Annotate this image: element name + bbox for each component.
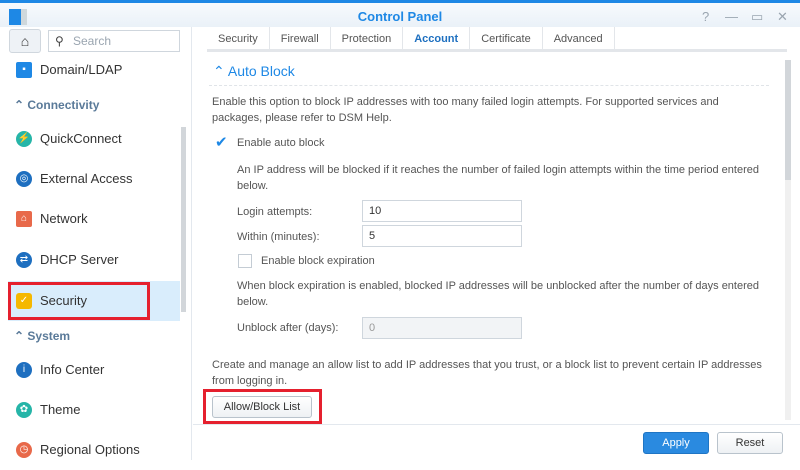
- section-label: Connectivity: [27, 98, 100, 112]
- reset-button[interactable]: Reset: [717, 432, 783, 454]
- sidebar-scrollbar[interactable]: [181, 127, 186, 312]
- content-scrollbar[interactable]: [785, 60, 791, 420]
- tab-bar: Security Firewall Protection Account Certifi…: [207, 27, 787, 52]
- dhcp-icon: ⇄: [16, 252, 32, 268]
- sidebar: ⌂ ⚲ Search ▪ Domain/LDAP ⌃ Connectivity ⚡ Q…: [0, 27, 192, 460]
- sidebar-item-label: Info Center: [40, 362, 105, 377]
- sidebar-item-quickconnect[interactable]: ⚡ QuickConnect: [8, 119, 180, 159]
- heading-label: Auto Block: [227, 63, 295, 79]
- info-icon: i: [16, 362, 32, 378]
- sidebar-item-label: Theme: [40, 402, 81, 417]
- tab-firewall[interactable]: Firewall: [270, 27, 331, 51]
- unblock-after-label: Unblock after (days):: [237, 322, 339, 334]
- section-connectivity[interactable]: ⌃ Connectivity: [14, 98, 99, 112]
- highlight-security: [8, 282, 150, 320]
- sidebar-item-label: Regional Options: [40, 442, 140, 457]
- globe-icon: ◎: [16, 171, 32, 187]
- network-house-icon: ⌂: [16, 211, 32, 227]
- scrollbar-thumb[interactable]: [785, 60, 791, 180]
- tab-protection[interactable]: Protection: [331, 27, 404, 51]
- auto-block-heading[interactable]: ⌃ Auto Block: [213, 63, 295, 79]
- enable-block-expiration-label: Enable block expiration: [261, 255, 375, 267]
- section-system[interactable]: ⌃ System: [14, 329, 70, 343]
- highlight-allow-block-list: [203, 389, 322, 424]
- expiration-description: When block expiration is enabled, blocke…: [237, 280, 759, 308]
- allow-block-list-description: Create and manage an allow list to add I…: [212, 359, 762, 387]
- login-attempts-label: Login attempts:: [237, 206, 313, 218]
- window-title: Control Panel: [357, 9, 443, 24]
- unblock-after-input[interactable]: 0: [362, 317, 522, 339]
- domain-ldap-icon: ▪: [16, 62, 32, 78]
- sidebar-item-theme[interactable]: ✿ Theme: [8, 390, 180, 430]
- search-input[interactable]: ⚲ Search: [48, 30, 180, 52]
- within-minutes-label: Within (minutes):: [237, 231, 320, 243]
- section-label: System: [27, 329, 71, 343]
- sidebar-item-label: DHCP Server: [40, 252, 119, 267]
- sidebar-item-network[interactable]: ⌂ Network: [8, 199, 180, 239]
- tab-security[interactable]: Security: [207, 27, 270, 51]
- enable-auto-block-checkbox[interactable]: ✔: [215, 135, 229, 150]
- divider: [209, 85, 769, 86]
- maximize-icon[interactable]: ▭: [751, 9, 763, 25]
- search-placeholder: Search: [73, 34, 112, 48]
- footer: Apply Reset: [193, 424, 800, 460]
- sidebar-item-label: External Access: [40, 171, 133, 186]
- theme-icon: ✿: [16, 402, 32, 418]
- within-minutes-input[interactable]: 5: [362, 225, 522, 247]
- sidebar-item-info-center[interactable]: i Info Center: [8, 350, 180, 390]
- sidebar-item-dhcp-server[interactable]: ⇄ DHCP Server: [8, 240, 180, 280]
- auto-block-description: Enable this option to block IP addresses…: [212, 96, 719, 124]
- help-icon[interactable]: ?: [702, 9, 709, 24]
- sidebar-item-external-access[interactable]: ◎ External Access: [8, 159, 180, 199]
- sidebar-item-label: Domain/LDAP: [40, 62, 123, 77]
- search-icon: ⚲: [55, 34, 64, 48]
- auto-block-sub-description: An IP address will be blocked if it reac…: [237, 164, 759, 192]
- title-bar: Control Panel ? — ▭ ✕: [0, 3, 800, 27]
- sidebar-item-label: Network: [40, 211, 88, 226]
- apply-button[interactable]: Apply: [643, 432, 709, 454]
- clock-icon: ◷: [16, 442, 32, 458]
- close-icon[interactable]: ✕: [777, 9, 788, 25]
- tab-advanced[interactable]: Advanced: [543, 27, 615, 51]
- login-attempts-input[interactable]: 10: [362, 200, 522, 222]
- tab-account[interactable]: Account: [403, 27, 471, 51]
- minimize-icon[interactable]: —: [725, 9, 738, 24]
- sidebar-item-regional-options[interactable]: ◷ Regional Options: [8, 430, 180, 470]
- sidebar-item-label: QuickConnect: [40, 131, 122, 146]
- enable-block-expiration-checkbox[interactable]: [238, 254, 252, 268]
- sidebar-item-domain-ldap[interactable]: ▪ Domain/LDAP: [8, 50, 180, 90]
- enable-auto-block-label: Enable auto block: [237, 137, 325, 149]
- quickconnect-icon: ⚡: [16, 131, 32, 147]
- tab-certificate[interactable]: Certificate: [470, 27, 543, 51]
- auto-block-panel: ⌃ Auto Block Enable this option to block…: [207, 57, 772, 422]
